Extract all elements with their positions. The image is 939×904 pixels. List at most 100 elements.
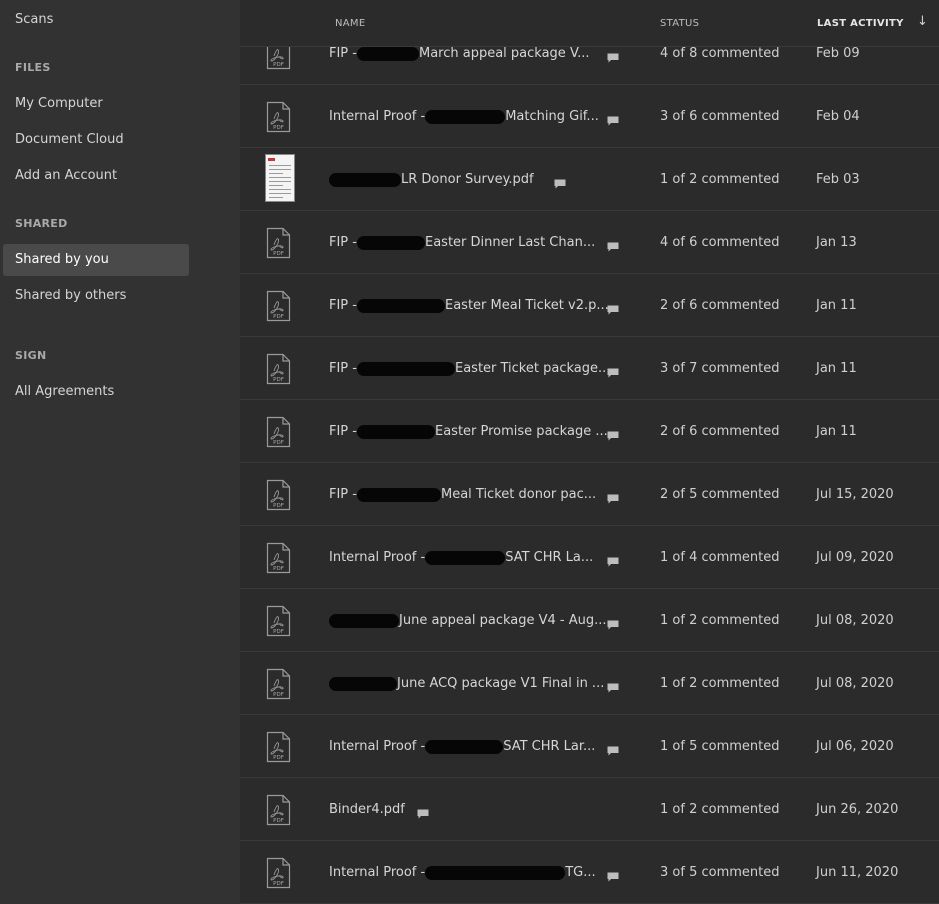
file-row[interactable]: PDF Internal Proof - Matching Gif... 3 of … [240, 85, 939, 148]
file-row[interactable]: PDF FIP - Easter Promise package ... 2 of … [240, 400, 939, 463]
file-name[interactable]: Binder4.pdf [329, 801, 405, 819]
file-name[interactable]: FIP - Meal Ticket donor pac... [329, 486, 596, 504]
file-status: 4 of 8 commented [660, 46, 780, 61]
sidebar-item-add-account[interactable]: Add an Account [3, 160, 189, 192]
file-name-prefix: Internal Proof - [329, 739, 426, 754]
pdf-file-icon[interactable]: PDF [266, 857, 291, 889]
section-files-heading: FILES [15, 61, 51, 74]
column-header-status[interactable]: STATUS [660, 18, 699, 29]
redacted-text [425, 866, 566, 880]
file-name-prefix: FIP - [329, 424, 357, 439]
svg-text:PDF: PDF [273, 314, 284, 320]
pdf-file-icon[interactable]: PDF [266, 731, 291, 763]
file-name-suffix: Easter Promise package ... [434, 424, 608, 439]
file-last-activity: Jul 08, 2020 [816, 676, 894, 691]
file-name[interactable]: FIP - Easter Promise package ... [329, 423, 608, 441]
section-shared-heading: SHARED [15, 217, 68, 230]
file-name[interactable]: June ACQ package V1 Final in ... [329, 675, 604, 693]
svg-text:PDF: PDF [273, 629, 284, 635]
svg-text:PDF: PDF [273, 251, 284, 257]
file-status: 1 of 2 commented [660, 172, 780, 187]
file-row[interactable]: PDF Internal Proof - TG... 3 of 5 commente… [240, 841, 939, 904]
comment-icon [607, 426, 619, 441]
pdf-file-icon[interactable]: PDF [266, 416, 291, 448]
file-status: 4 of 6 commented [660, 235, 780, 250]
file-last-activity: Jun 26, 2020 [816, 802, 899, 817]
redacted-text [356, 425, 435, 439]
app-window: Scans FILES My Computer Document Cloud A… [0, 0, 939, 904]
svg-text:PDF: PDF [273, 755, 284, 761]
comment-icon [607, 867, 619, 882]
file-status: 1 of 2 commented [660, 802, 780, 817]
arrow-down-icon[interactable]: ↓ [917, 14, 928, 29]
file-status: 2 of 5 commented [660, 487, 780, 502]
sidebar: Scans FILES My Computer Document Cloud A… [0, 0, 240, 904]
file-name-suffix: Matching Gif... [505, 109, 599, 124]
svg-text:PDF: PDF [273, 881, 284, 887]
pdf-file-icon[interactable]: PDF [266, 605, 291, 637]
file-row[interactable]: PDF FIP - Easter Meal Ticket v2.p... 2 of … [240, 274, 939, 337]
file-name-prefix: FIP - [329, 361, 357, 376]
file-name-suffix: June ACQ package V1 Final in ... [397, 676, 605, 691]
file-name[interactable]: LR Donor Survey.pdf [329, 171, 534, 189]
pdf-file-icon[interactable]: PDF [266, 353, 291, 385]
file-name[interactable]: FIP - Easter Dinner Last Chan... [329, 234, 595, 252]
document-thumbnail[interactable] [265, 154, 295, 202]
file-name[interactable]: FIP - Easter Meal Ticket v2.p... [329, 297, 609, 315]
file-row[interactable]: PDF FIP - Meal Ticket donor pac... 2 of 5 … [240, 463, 939, 526]
file-row[interactable]: PDF June appeal package V4 - Aug... 1 of … [240, 589, 939, 652]
list-header: NAME STATUS LAST ACTIVITY ↓ [240, 0, 939, 47]
svg-text:PDF: PDF [273, 566, 284, 572]
file-name[interactable]: June appeal package V4 - Aug... [329, 612, 607, 630]
file-name[interactable]: Internal Proof - SAT CHR La... [329, 549, 593, 567]
file-last-activity: Feb 09 [816, 46, 860, 61]
file-row[interactable]: PDF FIP - Easter Dinner Last Chan... 4 of … [240, 211, 939, 274]
file-name[interactable]: FIP - Easter Ticket package... [329, 360, 610, 378]
pdf-file-icon[interactable]: PDF [266, 479, 291, 511]
file-name[interactable]: FIP - March appeal package V... [329, 45, 590, 63]
pdf-file-icon[interactable]: PDF [266, 794, 291, 826]
file-last-activity: Jul 06, 2020 [816, 739, 894, 754]
file-row[interactable]: PDF Binder4.pdf 1 of 2 commented Jun 26, 20… [240, 778, 939, 841]
file-name[interactable]: Internal Proof - SAT CHR Lar... [329, 738, 595, 756]
file-status: 1 of 2 commented [660, 676, 780, 691]
file-name[interactable]: Internal Proof - Matching Gif... [329, 108, 599, 126]
file-name-suffix: SAT CHR Lar... [503, 739, 596, 754]
redacted-text [329, 614, 399, 628]
sidebar-item-document-cloud[interactable]: Document Cloud [3, 124, 189, 156]
sidebar-item-all-agreements[interactable]: All Agreements [3, 376, 189, 408]
redacted-text [356, 47, 419, 61]
file-row[interactable]: PDF June ACQ package V1 Final in ... 1 of… [240, 652, 939, 715]
sidebar-item-shared-by-you[interactable]: Shared by you [3, 244, 189, 276]
file-list: PDF FIP - March appeal package V... 4 of 8… [240, 22, 939, 904]
pdf-file-icon[interactable]: PDF [266, 542, 291, 574]
column-header-last-activity[interactable]: LAST ACTIVITY [817, 18, 904, 29]
pdf-file-icon[interactable]: PDF [266, 227, 291, 259]
file-row[interactable]: PDF Internal Proof - SAT CHR Lar... 1 of 5… [240, 715, 939, 778]
sidebar-item-my-computer[interactable]: My Computer [3, 88, 189, 120]
sidebar-item-scans[interactable]: Scans [3, 4, 189, 36]
pdf-file-icon[interactable]: PDF [266, 668, 291, 700]
column-header-name[interactable]: NAME [335, 18, 365, 29]
file-name-prefix: Binder4.pdf [329, 802, 405, 817]
comment-icon [607, 489, 619, 504]
file-last-activity: Feb 04 [816, 109, 860, 124]
redacted-text [356, 362, 455, 376]
file-status: 2 of 6 commented [660, 424, 780, 439]
file-last-activity: Jan 11 [816, 298, 857, 313]
file-last-activity: Jan 13 [816, 235, 857, 250]
pdf-file-icon[interactable]: PDF [266, 290, 291, 322]
svg-text:PDF: PDF [273, 818, 284, 824]
file-row[interactable]: PDF FIP - Easter Ticket package... 3 of 7 … [240, 337, 939, 400]
comment-icon [607, 741, 619, 756]
pdf-file-icon[interactable]: PDF [266, 101, 291, 133]
redacted-text [425, 740, 504, 754]
file-status: 3 of 5 commented [660, 865, 780, 880]
file-row[interactable]: PDF Internal Proof - SAT CHR La... 1 of 4 … [240, 526, 939, 589]
file-row[interactable]: LR Donor Survey.pdf 1 of 2 commented Feb 0… [240, 148, 939, 211]
sidebar-item-shared-by-others[interactable]: Shared by others [3, 280, 189, 312]
section-sign-heading: SIGN [15, 349, 47, 362]
redacted-text [329, 173, 401, 187]
comment-icon [607, 678, 619, 693]
file-name[interactable]: Internal Proof - TG... [329, 864, 596, 882]
